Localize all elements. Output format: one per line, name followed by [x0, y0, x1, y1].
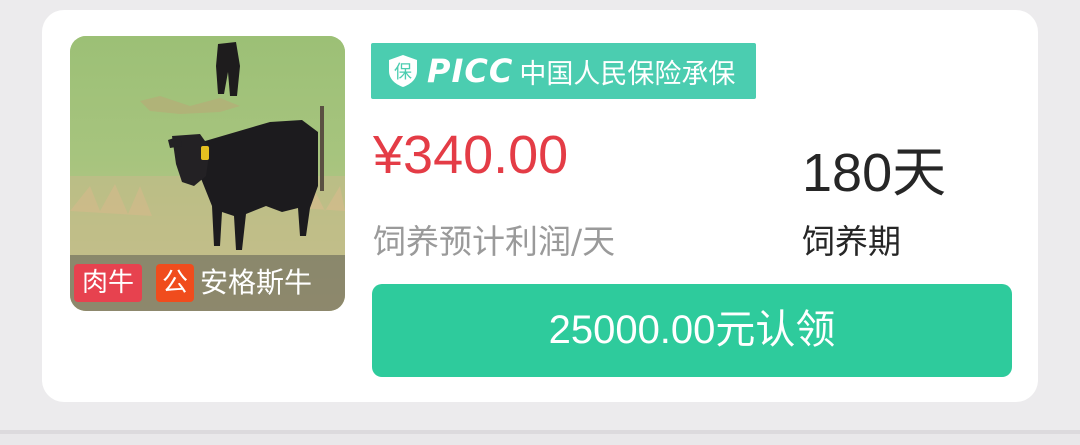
shield-icon-char: 保 — [394, 62, 412, 83]
daily-profit-value: ¥340.00 — [373, 125, 569, 185]
next-card-edge — [0, 434, 1080, 445]
picc-logo: PICC — [427, 52, 514, 90]
tag-cattle-type: 肉牛 — [74, 264, 143, 302]
tag-breed: 安格斯牛 — [200, 266, 313, 299]
cattle-photo[interactable]: 肉牛 公 安格斯牛 — [70, 36, 345, 311]
insurance-text: 中国人民保险承保 — [519, 58, 736, 90]
product-card[interactable]: 肉牛 公 安格斯牛 保 PICC 中国人民保险承保 ¥340.00 饲养预计利润… — [42, 10, 1038, 402]
cattle-tags: 肉牛 公 安格斯牛 — [70, 255, 345, 311]
adopt-button[interactable]: 25000.00元认领 — [372, 284, 1012, 377]
feeding-period-label: 饲养期 — [802, 222, 901, 261]
daily-profit-label: 饲养预计利润/天 — [373, 222, 616, 261]
shield-icon: 保 — [389, 55, 417, 87]
insurance-badge: 保 PICC 中国人民保险承保 — [371, 43, 756, 99]
tag-gender: 公 — [156, 264, 195, 302]
feeding-period-value: 180天 — [802, 143, 947, 203]
